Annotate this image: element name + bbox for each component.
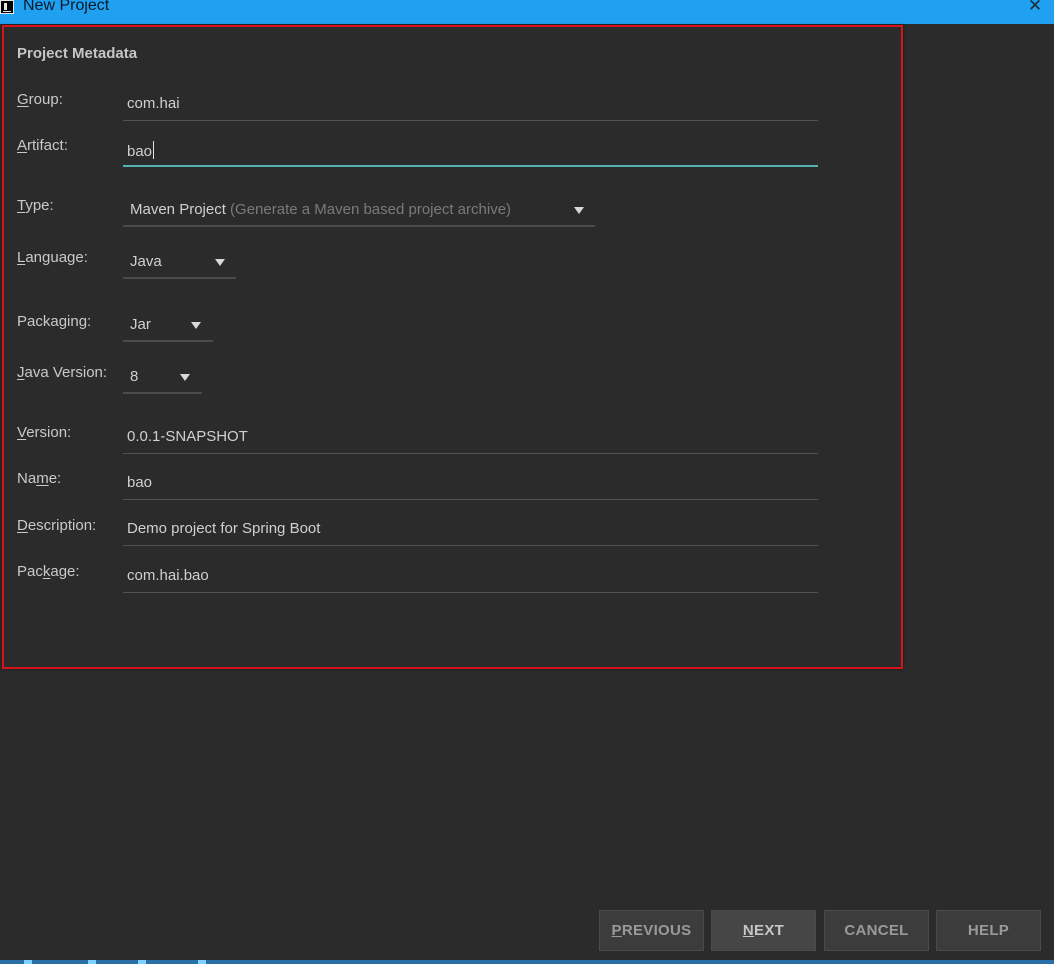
language-value: Java	[130, 253, 162, 270]
taskbar-strip	[0, 960, 1054, 964]
cancel-button[interactable]: CANCEL	[824, 910, 929, 951]
chevron-down-icon[interactable]	[574, 207, 584, 214]
version-label: Version:	[17, 424, 72, 441]
package-label: Package:	[17, 563, 80, 580]
group-label: Group:	[17, 91, 63, 108]
java-version-value: 8	[130, 368, 139, 385]
package-value: com.hai.bao	[127, 567, 209, 584]
name-field[interactable]: bao	[123, 470, 818, 500]
intellij-idea-icon	[0, 0, 14, 14]
artifact-value: bao	[127, 143, 153, 160]
help-button[interactable]: HELP	[936, 910, 1041, 951]
language-dropdown[interactable]: Java	[123, 249, 236, 279]
packaging-label: Packaging:	[17, 313, 92, 330]
window-title: New Project	[23, 0, 110, 14]
description-label: Description:	[17, 517, 97, 534]
package-field[interactable]: com.hai.bao	[123, 563, 818, 593]
artifact-field[interactable]: bao	[123, 137, 818, 167]
group-value: com.hai	[127, 95, 180, 112]
version-field[interactable]: 0.0.1-SNAPSHOT	[123, 424, 818, 454]
version-value: 0.0.1-SNAPSHOT	[127, 428, 248, 445]
description-value: Demo project for Spring Boot	[127, 520, 321, 537]
language-label: Language:	[17, 249, 88, 266]
name-value: bao	[127, 474, 153, 491]
java-version-dropdown[interactable]: 8	[123, 364, 202, 394]
new-project-dialog: New Project ✕ Project Metadata Group: co…	[0, 0, 1054, 964]
packaging-value: Jar	[130, 316, 151, 333]
java-version-label: Java Version:	[17, 364, 108, 381]
text-caret	[153, 141, 155, 159]
chevron-down-icon[interactable]	[191, 322, 201, 329]
title-bar[interactable]: New Project ✕	[0, 0, 1054, 24]
group-field[interactable]: com.hai	[123, 91, 818, 121]
chevron-down-icon[interactable]	[215, 259, 225, 266]
close-icon[interactable]: ✕	[1026, 0, 1044, 14]
type-dropdown[interactable]: Maven Project (Generate a Maven based pr…	[123, 197, 595, 227]
next-button[interactable]: NEXT	[711, 910, 816, 951]
section-title: Project Metadata	[17, 45, 138, 62]
chevron-down-icon[interactable]	[180, 374, 190, 381]
previous-button[interactable]: PREVIOUS	[599, 910, 704, 951]
name-label: Name:	[17, 470, 62, 487]
type-hint: (Generate a Maven based project archive)	[230, 201, 512, 218]
type-label: Type:	[17, 197, 54, 214]
type-value: Maven Project	[130, 201, 226, 218]
description-field[interactable]: Demo project for Spring Boot	[123, 516, 818, 546]
packaging-dropdown[interactable]: Jar	[123, 312, 213, 342]
artifact-label: Artifact:	[17, 137, 68, 154]
